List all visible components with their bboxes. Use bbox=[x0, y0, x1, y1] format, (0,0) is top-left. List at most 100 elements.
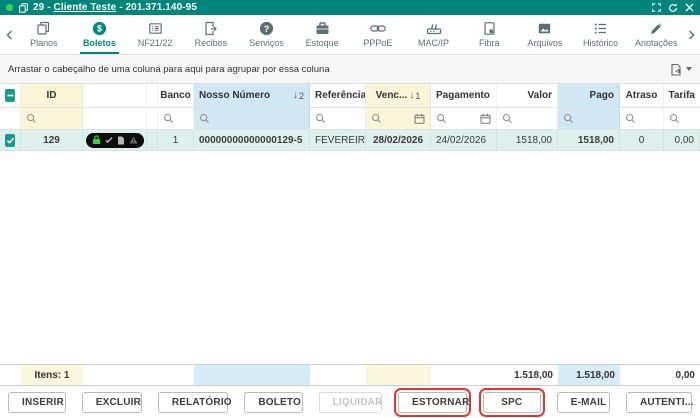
image-icon bbox=[537, 21, 552, 36]
select-all-checkbox[interactable] bbox=[5, 89, 15, 102]
col-header-icons[interactable] bbox=[83, 84, 147, 107]
filter-atraso[interactable] bbox=[620, 108, 664, 129]
lock-icon bbox=[92, 135, 101, 145]
group-by-hint: Arrastar o cabeçalho de uma coluna para … bbox=[8, 64, 330, 75]
refresh-icon[interactable] bbox=[668, 3, 678, 13]
fullscreen-icon[interactable] bbox=[652, 3, 661, 12]
tab-pppoe[interactable]: PPPoE bbox=[350, 15, 406, 54]
excluir-button[interactable]: EXCLUIR bbox=[82, 392, 142, 413]
filter-spacer bbox=[147, 108, 158, 129]
estornar-button[interactable]: ESTORNAR bbox=[398, 392, 467, 413]
tab-boletos[interactable]: $ Boletos bbox=[72, 15, 128, 54]
tab-label: Anotações bbox=[635, 38, 678, 48]
filter-icons bbox=[83, 108, 147, 129]
summary-pago-total: 1.518,00 bbox=[558, 365, 620, 385]
tab-arquivos[interactable]: Arquivos bbox=[517, 15, 573, 54]
indeterminate-icon bbox=[6, 91, 15, 100]
grid-header-row: ID Banco Nosso Número ↓2 Referência Venc… bbox=[0, 84, 700, 108]
tab-historico[interactable]: Histórico bbox=[573, 15, 629, 54]
cell-spacer bbox=[147, 130, 158, 150]
status-icon-pill bbox=[86, 133, 144, 148]
export-menu[interactable] bbox=[670, 63, 692, 76]
search-icon bbox=[315, 113, 326, 124]
summary-nosso-numero bbox=[194, 365, 310, 385]
pencil-icon bbox=[649, 21, 664, 36]
row-checkbox[interactable] bbox=[5, 134, 15, 147]
tab-recibos[interactable]: Recibos bbox=[183, 15, 239, 54]
tab-servicos[interactable]: ? Serviços bbox=[239, 15, 295, 54]
cell-nosso-numero: 00000000000000129-5 bbox=[194, 130, 310, 150]
filter-pago[interactable] bbox=[558, 108, 620, 129]
chevron-down-icon bbox=[686, 67, 692, 71]
grid-filter-row bbox=[0, 108, 700, 130]
relatorio-button[interactable]: RELATÓRIO bbox=[158, 392, 228, 413]
sort-desc-icon: ↓ bbox=[293, 90, 298, 101]
search-icon bbox=[199, 113, 210, 124]
filter-banco[interactable] bbox=[158, 108, 194, 129]
search-icon bbox=[371, 113, 382, 124]
row-select-cell bbox=[0, 130, 21, 150]
filter-venc[interactable] bbox=[366, 108, 431, 129]
search-icon bbox=[502, 113, 513, 124]
sort-indicator: ↓2 bbox=[293, 90, 304, 101]
copy-icon[interactable] bbox=[19, 3, 28, 13]
tab-macip[interactable]: MAC/IP bbox=[406, 15, 462, 54]
router-icon bbox=[426, 21, 442, 36]
tab-strip: Planos $ Boletos NF21/22 Recibos ? Servi… bbox=[0, 15, 700, 55]
link-icon bbox=[370, 21, 386, 36]
close-icon[interactable] bbox=[685, 3, 694, 12]
col-header-valor[interactable]: Valor bbox=[497, 84, 558, 107]
liquidar-button: LIQUIDAR bbox=[319, 392, 382, 413]
autenticar-button[interactable]: AUTENTI... bbox=[626, 392, 692, 413]
cell-id: 129 bbox=[21, 130, 83, 150]
tab-fibra[interactable]: Fibra bbox=[461, 15, 517, 54]
filter-valor[interactable] bbox=[497, 108, 558, 129]
check-icon bbox=[6, 136, 15, 145]
title-prefix: 29 - bbox=[33, 2, 54, 13]
title-suffix: - 201.371.140-95 bbox=[116, 2, 197, 13]
boleto-button[interactable]: BOLETO bbox=[244, 392, 302, 413]
filter-nosso-numero[interactable] bbox=[194, 108, 310, 129]
spc-button[interactable]: SPC bbox=[483, 392, 541, 413]
tab-label: Serviços bbox=[249, 38, 284, 48]
filter-pagamento[interactable] bbox=[431, 108, 497, 129]
invoice-list-icon bbox=[148, 21, 163, 36]
inserir-button[interactable]: INSERIR bbox=[8, 392, 66, 413]
tab-planos[interactable]: Planos bbox=[16, 15, 72, 54]
titlebar: 29 - Cliente Teste - 201.371.140-95 bbox=[0, 0, 700, 15]
dollar-circle-icon: $ bbox=[92, 21, 107, 36]
tab-label: Recibos bbox=[195, 38, 228, 48]
col-header-atraso[interactable]: Atraso bbox=[620, 84, 664, 107]
file-icon bbox=[117, 136, 125, 145]
table-row[interactable]: 129 1 00000000000000129-5 FEVEREIRO... 2… bbox=[0, 130, 700, 151]
tab-label: PPPoE bbox=[363, 38, 392, 48]
email-button[interactable]: E-MAIL bbox=[557, 392, 610, 413]
cell-pago: 1518,00 bbox=[558, 130, 620, 150]
question-circle-icon: ? bbox=[259, 21, 274, 36]
filter-tarifa[interactable] bbox=[664, 108, 700, 129]
cell-tarifa: 0,00 bbox=[664, 130, 700, 150]
col-header-referencia[interactable]: Referência bbox=[310, 84, 366, 107]
col-header-id[interactable]: ID bbox=[21, 84, 83, 107]
tabs-scroll-left-icon[interactable] bbox=[2, 15, 16, 54]
tab-anotacoes[interactable]: Anotações bbox=[628, 15, 684, 54]
summary-tarifa-total: 0,00 bbox=[664, 365, 700, 385]
col-header-pagamento[interactable]: Pagamento bbox=[431, 84, 497, 107]
col-header-tarifa[interactable]: Tarifa bbox=[664, 84, 700, 107]
group-by-bar[interactable]: Arrastar o cabeçalho de uma coluna para … bbox=[0, 55, 700, 84]
tab-nf2122[interactable]: NF21/22 bbox=[127, 15, 183, 54]
col-header-banco[interactable]: Banco bbox=[158, 84, 194, 107]
select-all-cell bbox=[0, 84, 21, 107]
client-name-link[interactable]: Cliente Teste bbox=[54, 2, 117, 13]
col-header-nosso-numero[interactable]: Nosso Número ↓2 bbox=[194, 84, 310, 107]
filter-id[interactable] bbox=[21, 108, 83, 129]
col-header-pago[interactable]: Pago bbox=[558, 84, 620, 107]
tabs-scroll-right-icon[interactable] bbox=[684, 15, 698, 54]
col-header-venc[interactable]: Venc... ↓1 bbox=[366, 84, 431, 107]
tab-estoque[interactable]: Estoque bbox=[294, 15, 350, 54]
filter-referencia[interactable] bbox=[310, 108, 366, 129]
search-icon bbox=[625, 113, 636, 124]
cell-banco: 1 bbox=[158, 130, 194, 150]
search-icon bbox=[563, 113, 574, 124]
summary-valor-total: 1.518,00 bbox=[497, 365, 558, 385]
